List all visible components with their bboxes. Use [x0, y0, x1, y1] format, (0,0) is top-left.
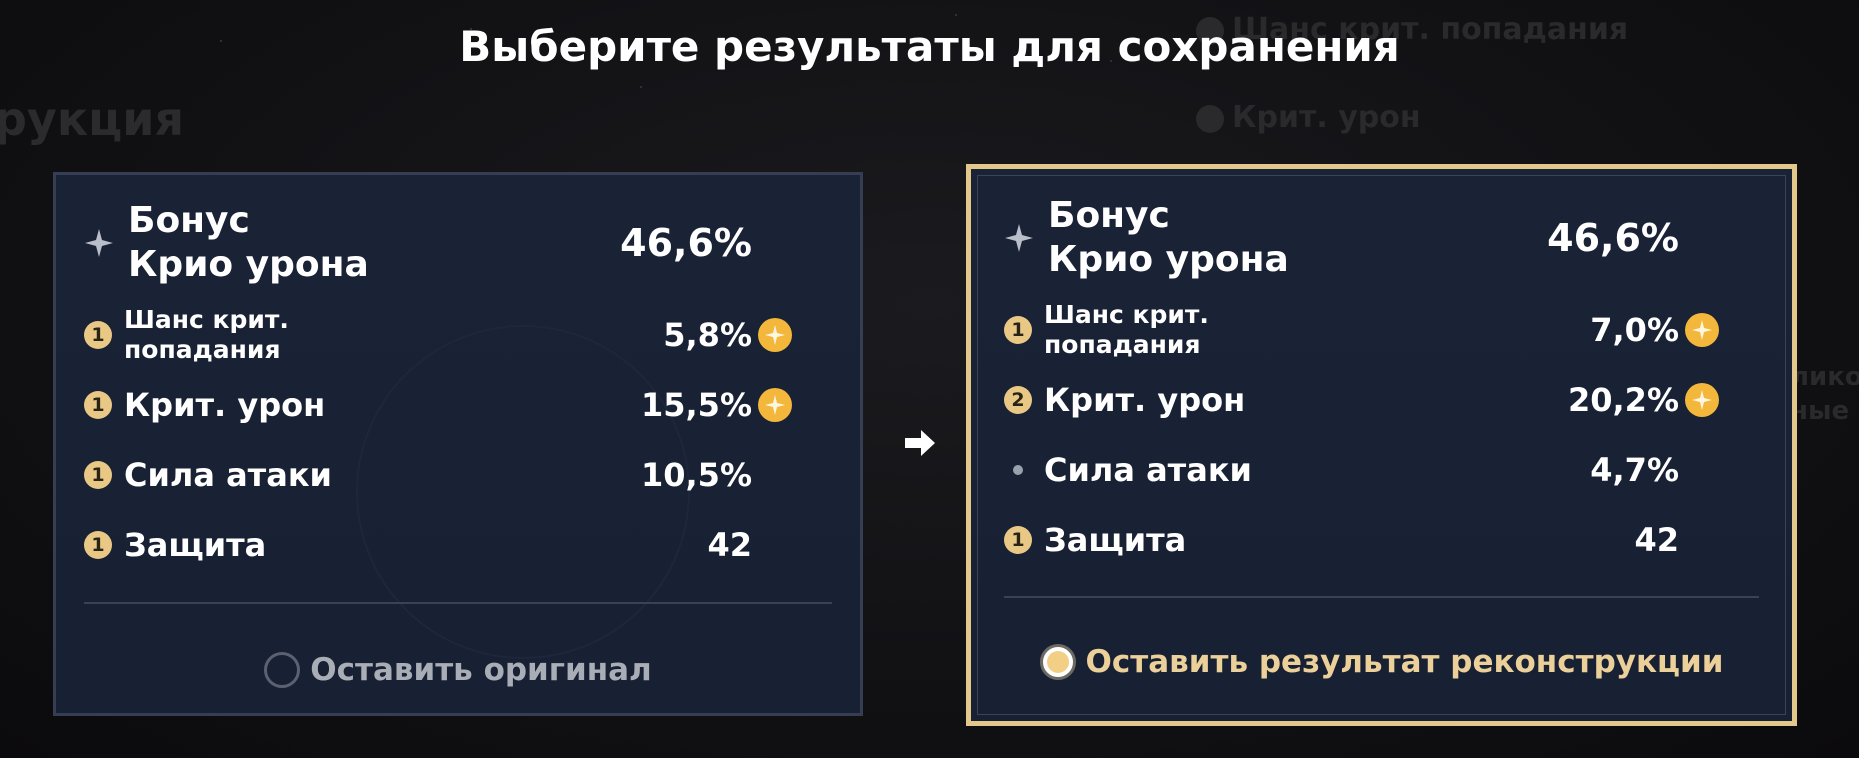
background-substat-line: Крит. урон — [1196, 100, 1421, 135]
substat-label: Шанс крит. попадания — [124, 305, 289, 364]
substat-label: Шанс крит. попадания — [1044, 300, 1209, 359]
keep-original-radio[interactable] — [264, 652, 301, 688]
keep-original-option[interactable]: Оставить оригинал — [56, 640, 860, 700]
substat-value: 15,5% — [640, 386, 752, 424]
arrow-right-icon — [905, 430, 935, 456]
substat-label: Крит. урон — [124, 386, 326, 424]
boost-star-icon — [1685, 383, 1719, 417]
substat-row: 1 Защита 42 — [1004, 510, 1759, 570]
substat-value: 5,8% — [663, 316, 752, 354]
substat-row: 1 Защита 42 — [84, 515, 832, 575]
main-stat-value: 46,6% — [620, 221, 752, 265]
substat-label: Крит. урон — [1044, 381, 1246, 419]
substat-label: Сила атаки — [124, 456, 332, 494]
keep-reconstruction-option[interactable]: Оставить результат реконструкции — [978, 632, 1785, 692]
boost-star-icon — [1685, 313, 1719, 347]
substat-label: Сила атаки — [1044, 451, 1252, 489]
keep-reconstruction-label: Оставить результат реконструкции — [1085, 644, 1724, 680]
upgrade-count-badge: 2 — [1004, 386, 1032, 414]
substat-row: 1 Шанс крит. попадания 5,8% — [84, 305, 832, 365]
substat-value: 4,7% — [1590, 451, 1679, 489]
main-stat-star-icon — [85, 229, 113, 257]
substat-value: 20,2% — [1567, 381, 1679, 419]
substat-value: 10,5% — [640, 456, 752, 494]
upgrade-count-badge: 1 — [84, 391, 112, 419]
keep-reconstruction-radio[interactable] — [1039, 644, 1076, 680]
substat-value: 42 — [1634, 521, 1679, 559]
main-stat-star-icon — [1005, 224, 1033, 252]
boost-star-icon — [758, 388, 792, 422]
substat-label: Защита — [124, 526, 267, 564]
upgrade-count-badge: 1 — [84, 321, 112, 349]
divider — [1004, 596, 1759, 598]
upgrade-count-badge: 1 — [84, 531, 112, 559]
main-stat-label: Бонус Крио урона — [1048, 195, 1289, 280]
main-stat-row: Бонус Крио урона 46,6% — [84, 200, 832, 285]
keep-original-label: Оставить оригинал — [310, 652, 652, 688]
substat-label: Защита — [1044, 521, 1187, 559]
main-stat-value: 46,6% — [1547, 216, 1679, 260]
substat-value: 7,0% — [1590, 311, 1679, 349]
upgrade-count-badge: 1 — [1004, 316, 1032, 344]
main-stat-label: Бонус Крио урона — [128, 200, 369, 285]
main-stat-row: Бонус Крио урона 46,6% — [1004, 195, 1759, 280]
dialog-title: Выберите результаты для сохранения — [459, 22, 1400, 71]
substat-row: 1 Сила атаки 10,5% — [84, 445, 832, 505]
substat-row: 1 Крит. урон 15,5% — [84, 375, 832, 435]
upgrade-count-badge: 1 — [1004, 526, 1032, 554]
substat-value: 42 — [707, 526, 752, 564]
substat-row: 2 Крит. урон 20,2% — [1004, 370, 1759, 430]
background-heading: рукция — [0, 92, 184, 146]
reconstruction-result-card[interactable]: Бонус Крио урона 46,6% 1 Шанс крит. попа… — [966, 164, 1797, 726]
no-upgrade-dot-icon — [1004, 456, 1032, 484]
substat-row: Сила атаки 4,7% — [1004, 440, 1759, 500]
background-text: лико ные — [1790, 362, 1859, 426]
boost-star-icon — [758, 318, 792, 352]
substat-row: 1 Шанс крит. попадания 7,0% — [1004, 300, 1759, 360]
original-result-card[interactable]: Бонус Крио урона 46,6% 1 Шанс крит. попа… — [53, 172, 863, 716]
divider — [84, 602, 832, 604]
upgrade-count-badge: 1 — [84, 461, 112, 489]
